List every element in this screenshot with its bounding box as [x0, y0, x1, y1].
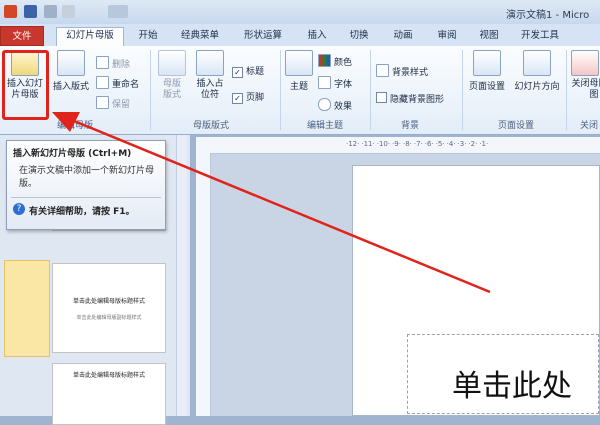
annotation-arrow [52, 112, 491, 294]
